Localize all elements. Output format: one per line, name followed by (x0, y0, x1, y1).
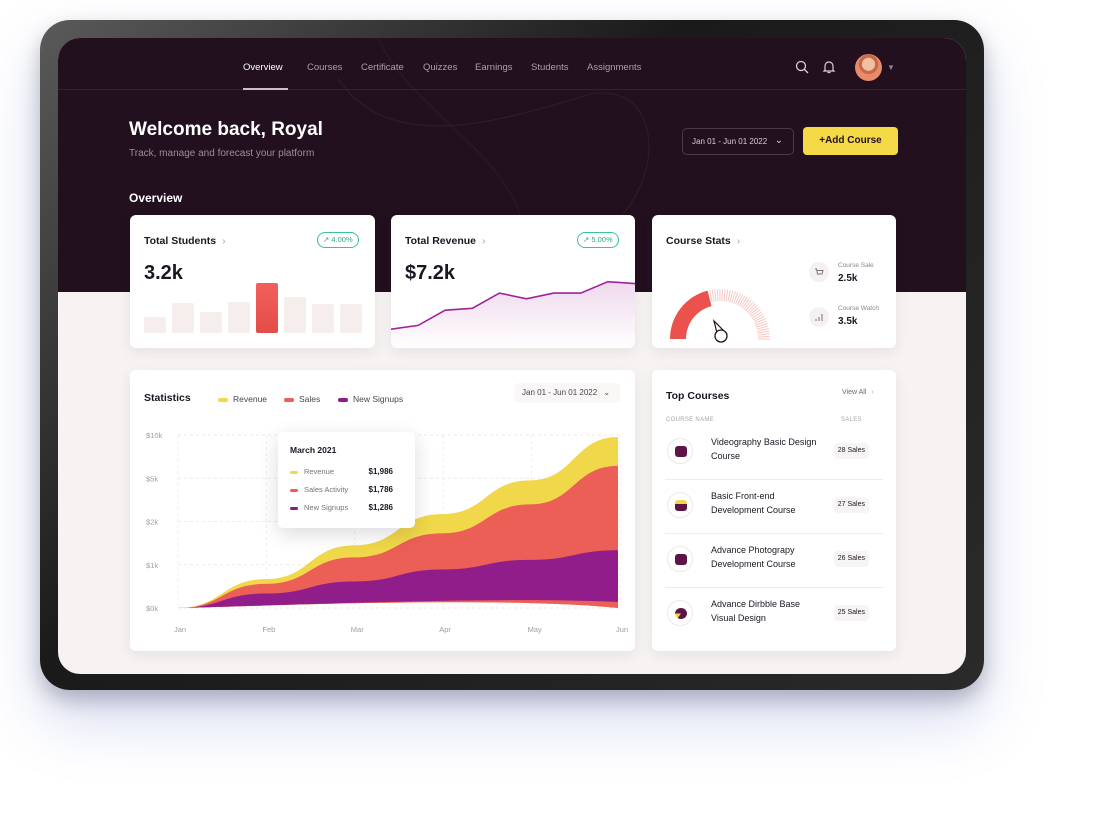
gauge-tick (714, 289, 717, 302)
x-tick-label: Feb (262, 625, 275, 634)
dashboard-screen: Overview Courses Certificate Quizzes Ear… (58, 38, 966, 674)
tooltip-row-signups: New Signups $1,286 (290, 503, 405, 512)
growth-badge: ↗ 4.00% (317, 232, 359, 248)
code-icon (667, 492, 693, 518)
camera-icon (667, 546, 693, 572)
course-sales: 28 Sales (833, 443, 869, 459)
page-subtitle: Track, manage and forecast your platform (129, 148, 315, 159)
gauge-tick (711, 289, 715, 302)
revenue-area (391, 281, 635, 348)
course-watch-label: Course Watch (838, 305, 879, 312)
student-bar (172, 303, 194, 333)
gauge-pivot (714, 329, 728, 343)
section-title: Overview (129, 191, 183, 205)
page-title: Welcome back, Royal (129, 119, 323, 140)
tab-earnings[interactable]: Earnings (475, 62, 513, 73)
gauge-fill (670, 290, 712, 339)
gauge-tick (757, 333, 770, 336)
column-sales: SALES (841, 417, 862, 423)
y-tick-label: $10k (146, 431, 163, 440)
course-name: Advance Dirbble Base Visual Design (711, 599, 801, 623)
chevron-right-icon: › (222, 235, 226, 247)
active-tab-indicator (243, 88, 288, 90)
tab-students[interactable]: Students (531, 62, 569, 73)
total-students-card[interactable]: Total Students › ↗ 4.00% 3.2k (130, 215, 375, 348)
course-sales: 27 Sales (833, 497, 869, 513)
gauge-tick (721, 289, 724, 302)
course-sales: 25 Sales (833, 605, 869, 621)
student-bar (284, 297, 306, 333)
course-name: Videography Basic Design Course (711, 437, 817, 461)
tab-certificate[interactable]: Certificate (361, 62, 404, 73)
cart-icon (809, 262, 829, 282)
list-item[interactable]: Advance Photograpy Development Course 26… (665, 534, 883, 588)
gauge-tick (716, 289, 719, 302)
signal-icon (809, 307, 829, 327)
x-tick-label: Jun (616, 625, 628, 634)
dribbble-icon (667, 600, 693, 626)
bell-icon[interactable] (821, 60, 837, 76)
tab-quizzes[interactable]: Quizzes (423, 62, 457, 73)
student-bar (144, 317, 166, 333)
total-revenue-card[interactable]: Total Revenue › ↗ 5.00% $7.2k (391, 215, 635, 348)
tab-assignments[interactable]: Assignments (587, 62, 641, 73)
y-tick-label: $5k (146, 474, 158, 483)
add-course-button[interactable]: +Add Course (803, 127, 898, 155)
x-tick-label: May (528, 625, 542, 634)
statistics-card: Statistics Revenue Sales New Signups Jan… (130, 370, 635, 651)
course-name: Basic Front-end Development Course (711, 491, 796, 515)
gauge-tick (725, 289, 729, 302)
course-sales: 26 Sales (833, 551, 869, 567)
chevron-down-icon: ⌄ (774, 135, 783, 146)
y-tick-label: $0k (146, 604, 158, 613)
student-bar (228, 302, 250, 333)
student-bar (200, 312, 222, 333)
tab-courses[interactable]: Courses (307, 62, 342, 73)
course-sale-label: Course Sale (838, 262, 874, 269)
video-icon (667, 438, 693, 464)
view-all-link[interactable]: View All › (842, 389, 874, 396)
list-item[interactable]: Videography Basic Design Course 28 Sales (665, 426, 883, 480)
x-tick-label: Apr (439, 625, 451, 634)
student-bar (256, 283, 278, 333)
avatar[interactable] (855, 54, 882, 81)
y-tick-label: $1k (146, 561, 158, 570)
top-courses-title: Top Courses (666, 390, 730, 402)
course-watch-value: 3.5k (838, 316, 858, 327)
search-icon[interactable] (794, 60, 810, 76)
students-value: 3.2k (144, 262, 183, 284)
top-courses-card: Top Courses View All › COURSE NAME SALES… (652, 370, 896, 651)
student-bar (312, 304, 334, 333)
course-stats-gauge (670, 288, 770, 343)
x-tick-label: Mar (351, 625, 364, 634)
gauge-tick (723, 289, 726, 302)
list-item[interactable]: Basic Front-end Development Course 27 Sa… (665, 480, 883, 534)
x-tick-label: Jan (174, 625, 186, 634)
y-tick-label: $2k (146, 518, 158, 527)
tooltip-title: March 2021 (290, 445, 337, 455)
top-nav: Overview Courses Certificate Quizzes Ear… (58, 38, 966, 90)
gauge-tick (754, 318, 766, 324)
student-bar (340, 304, 362, 333)
chevron-down-icon[interactable]: ▼ (887, 63, 895, 72)
date-range-button[interactable]: Jan 01 - Jun 01 2022 ⌄ (682, 128, 794, 155)
gauge-tick (757, 330, 770, 334)
date-range-label: Jan 01 - Jun 01 2022 (692, 137, 768, 146)
column-course-name: COURSE NAME (666, 417, 714, 423)
course-stats-card[interactable]: Course Stats › Course Sale 2.5k Course Wa… (652, 215, 896, 348)
chevron-right-icon: › (736, 235, 741, 247)
chart-tooltip: March 2021 Revenue $1,986 Sales Activity $… (278, 432, 415, 528)
card-title: Total Students › (144, 235, 226, 247)
card-title: Course Stats › (666, 235, 741, 247)
course-sale-value: 2.5k (838, 273, 858, 284)
course-name: Advance Photograpy Development Course (711, 545, 796, 569)
list-item[interactable]: Advance Dirbble Base Visual Design 25 Sa… (665, 588, 883, 642)
tooltip-row-sales: Sales Activity $1,786 (290, 485, 405, 494)
gauge-tick (734, 293, 741, 305)
tab-overview[interactable]: Overview (243, 62, 283, 73)
gauge-tick (757, 335, 770, 338)
tooltip-row-revenue: Revenue $1,986 (290, 467, 405, 476)
revenue-line-chart (391, 280, 635, 348)
